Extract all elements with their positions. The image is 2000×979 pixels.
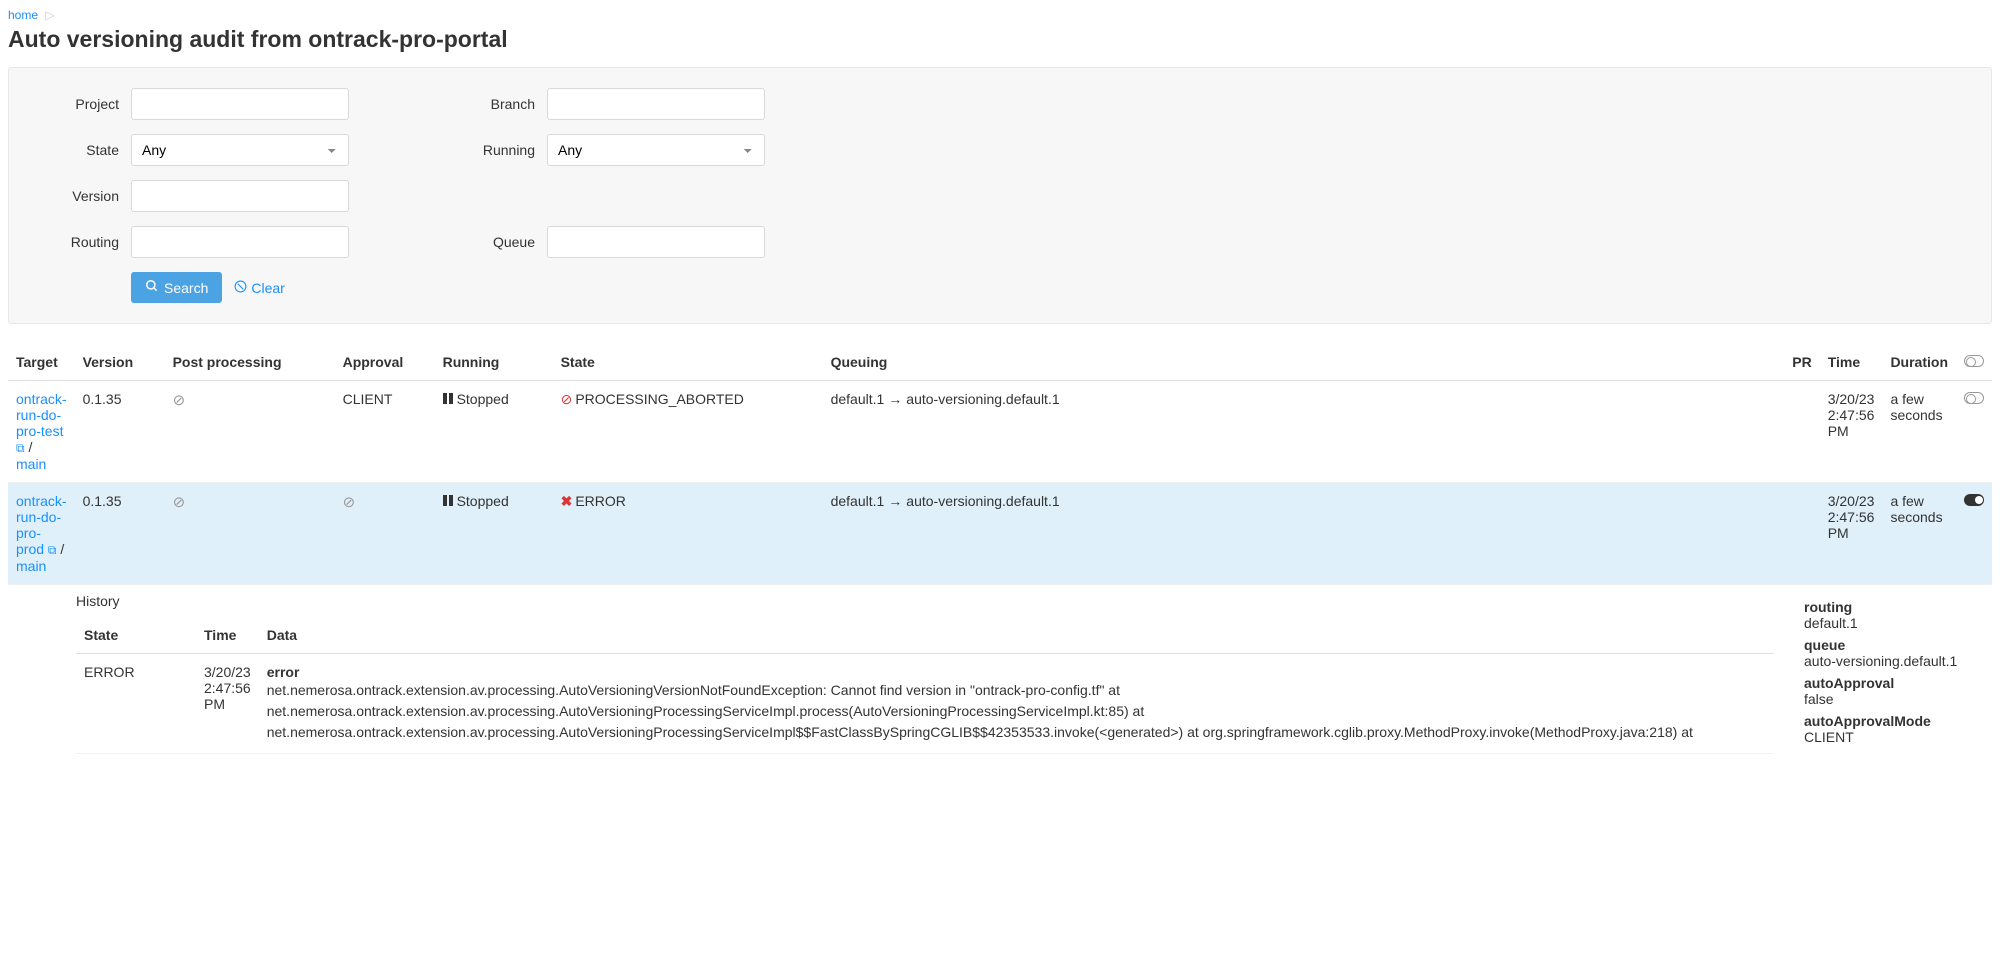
search-button[interactable]: Search bbox=[131, 272, 222, 303]
version-input[interactable] bbox=[131, 180, 349, 212]
col-target: Target bbox=[8, 344, 75, 381]
queue-detail-label: queue bbox=[1804, 637, 1984, 653]
pause-icon bbox=[443, 393, 453, 404]
queue-detail-value: auto-versioning.default.1 bbox=[1804, 653, 1984, 669]
aborted-icon: ⊘ bbox=[561, 391, 573, 407]
autoapprovalmode-detail-label: autoApprovalMode bbox=[1804, 713, 1984, 729]
detail-panel: History State Time Data ERROR 3/20/23 2:… bbox=[8, 585, 1992, 762]
autoapprovalmode-detail-value: CLIENT bbox=[1804, 729, 1984, 745]
state-label: State bbox=[23, 142, 131, 158]
cell-time: 3/20/23 2:47:56 PM bbox=[1820, 381, 1883, 483]
running-label: Running bbox=[439, 142, 547, 158]
toggle-all-icon[interactable] bbox=[1964, 355, 1984, 367]
null-icon: ⊘ bbox=[173, 494, 186, 511]
error-text: net.nemerosa.ontrack.extension.av.proces… bbox=[267, 680, 1766, 743]
expand-toggle[interactable] bbox=[1964, 494, 1984, 506]
breadcrumb-home[interactable]: home bbox=[8, 8, 38, 22]
breadcrumb: home ▷ bbox=[8, 8, 1992, 22]
cell-duration: a few seconds bbox=[1882, 381, 1956, 483]
col-approval: Approval bbox=[335, 344, 435, 381]
expand-toggle[interactable] bbox=[1964, 392, 1984, 404]
cell-time: 3/20/23 2:47:56 PM bbox=[1820, 483, 1883, 585]
external-link-icon[interactable]: ⧉ bbox=[16, 441, 25, 455]
cell-duration: a few seconds bbox=[1882, 483, 1956, 585]
table-row: ontrack-run-do-pro-test ⧉ / main 0.1.35 … bbox=[8, 381, 1992, 483]
breadcrumb-separator-icon: ▷ bbox=[45, 8, 54, 22]
autoapproval-detail-label: autoApproval bbox=[1804, 675, 1984, 691]
null-icon: ⊘ bbox=[173, 392, 186, 409]
cell-version: 0.1.35 bbox=[75, 381, 165, 483]
queuing-right: auto-versioning.default.1 bbox=[906, 493, 1059, 509]
queue-label: Queue bbox=[439, 234, 547, 250]
error-label: error bbox=[267, 664, 1766, 680]
error-icon: ✖ bbox=[561, 493, 573, 509]
queuing-right: auto-versioning.default.1 bbox=[906, 391, 1059, 407]
history-col-state: State bbox=[76, 617, 196, 654]
project-input[interactable] bbox=[131, 88, 349, 120]
state-text: PROCESSING_ABORTED bbox=[575, 391, 744, 407]
history-col-data: Data bbox=[259, 617, 1774, 654]
cell-approval: CLIENT bbox=[335, 381, 435, 483]
clear-button-label: Clear bbox=[251, 280, 284, 296]
state-select[interactable]: Any bbox=[131, 134, 349, 166]
history-state: ERROR bbox=[76, 654, 196, 754]
routing-detail-value: default.1 bbox=[1804, 615, 1984, 631]
table-row: ontrack-run-do-pro-prod ⧉ / main 0.1.35 … bbox=[8, 483, 1992, 585]
page-title: Auto versioning audit from ontrack-pro-p… bbox=[8, 26, 1992, 53]
col-running: Running bbox=[435, 344, 553, 381]
external-link-icon[interactable]: ⧉ bbox=[48, 543, 57, 557]
null-icon: ⊘ bbox=[343, 494, 356, 511]
routing-input[interactable] bbox=[131, 226, 349, 258]
col-post-processing: Post processing bbox=[165, 344, 335, 381]
target-project-link[interactable]: ontrack-run-do-pro-prod bbox=[16, 493, 67, 557]
history-time: 3/20/23 2:47:56 PM bbox=[196, 654, 259, 754]
search-button-label: Search bbox=[164, 280, 208, 296]
target-branch-link[interactable]: main bbox=[16, 558, 46, 574]
version-label: Version bbox=[23, 188, 131, 204]
branch-input[interactable] bbox=[547, 88, 765, 120]
running-select[interactable]: Any bbox=[547, 134, 765, 166]
results-table: Target Version Post processing Approval … bbox=[8, 344, 1992, 585]
branch-label: Branch bbox=[439, 96, 547, 112]
pause-icon bbox=[443, 495, 453, 506]
queuing-left: default.1 bbox=[831, 391, 885, 407]
autoapproval-detail-value: false bbox=[1804, 691, 1984, 707]
history-col-time: Time bbox=[196, 617, 259, 654]
col-duration: Duration bbox=[1882, 344, 1956, 381]
col-state: State bbox=[553, 344, 823, 381]
routing-detail-label: routing bbox=[1804, 599, 1984, 615]
routing-label: Routing bbox=[23, 234, 131, 250]
target-project-link[interactable]: ontrack-run-do-pro-test bbox=[16, 391, 67, 439]
cell-version: 0.1.35 bbox=[75, 483, 165, 585]
clear-icon bbox=[234, 280, 247, 296]
search-panel: Project Branch State Any Running Any Ver… bbox=[8, 67, 1992, 324]
history-title: History bbox=[76, 593, 1774, 609]
col-version: Version bbox=[75, 344, 165, 381]
running-text: Stopped bbox=[457, 493, 509, 509]
col-queuing: Queuing bbox=[823, 344, 1785, 381]
state-text: ERROR bbox=[575, 493, 626, 509]
project-label: Project bbox=[23, 96, 131, 112]
col-time: Time bbox=[1820, 344, 1883, 381]
queuing-left: default.1 bbox=[831, 493, 885, 509]
col-toggle bbox=[1956, 344, 1992, 381]
search-icon bbox=[145, 279, 159, 296]
running-text: Stopped bbox=[457, 391, 509, 407]
clear-button[interactable]: Clear bbox=[234, 280, 284, 296]
target-branch-link[interactable]: main bbox=[16, 456, 46, 472]
col-pr: PR bbox=[1784, 344, 1819, 381]
queue-input[interactable] bbox=[547, 226, 765, 258]
arrow-right-icon: → bbox=[888, 493, 902, 509]
arrow-right-icon: → bbox=[888, 391, 902, 407]
